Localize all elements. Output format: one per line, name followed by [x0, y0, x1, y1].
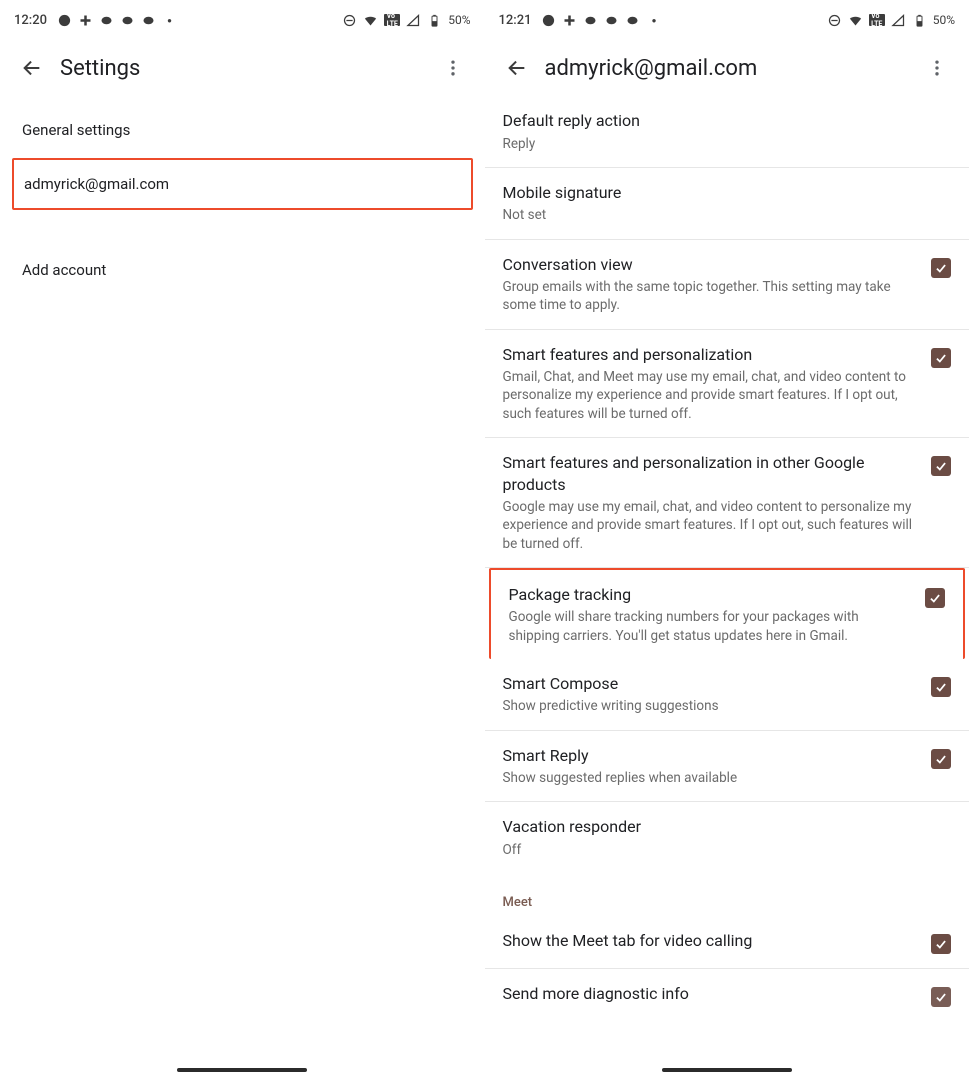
more-notifications-icon: ●	[646, 13, 661, 28]
nav-bar-pill[interactable]	[662, 1068, 792, 1072]
dnd-icon	[827, 13, 842, 28]
conversation-view-row[interactable]: Conversation view Group emails with the …	[485, 240, 969, 330]
account-prefs-list[interactable]: Default reply action Reply Mobile signat…	[485, 96, 969, 1080]
back-button[interactable]	[497, 48, 537, 88]
setting-sub: Group emails with the same topic togethe…	[503, 278, 920, 314]
battery-icon	[427, 13, 442, 28]
discord-icon-3	[625, 13, 640, 28]
arrow-back-icon	[506, 57, 528, 79]
setting-title: Show the Meet tab for video calling	[503, 930, 920, 952]
setting-title: Conversation view	[503, 254, 920, 276]
overflow-menu-button[interactable]	[917, 48, 957, 88]
appbar: admyrick@gmail.com	[485, 40, 969, 96]
slack-icon	[562, 13, 577, 28]
setting-sub: Not set	[503, 206, 940, 224]
package-tracking-checkbox[interactable]	[925, 588, 945, 608]
check-icon	[934, 680, 948, 694]
discord-icon	[99, 13, 114, 28]
messenger-icon	[541, 13, 556, 28]
page-title: Settings	[60, 56, 433, 81]
smart-features-other-checkbox[interactable]	[931, 456, 951, 476]
setting-title: Default reply action	[503, 110, 940, 132]
smart-features-row[interactable]: Smart features and personalization Gmail…	[485, 330, 969, 438]
status-time: 12:20	[14, 13, 47, 28]
appbar: Settings	[0, 40, 485, 96]
smart-reply-row[interactable]: Smart Reply Show suggested replies when …	[485, 731, 969, 803]
status-time: 12:21	[499, 13, 532, 28]
check-icon	[934, 752, 948, 766]
status-bar: 12:20 ● VoLTE 50%	[0, 0, 485, 40]
setting-sub: Google may use my email, chat, and video…	[503, 498, 920, 553]
mobile-signature-row[interactable]: Mobile signature Not set	[485, 168, 969, 240]
check-icon	[934, 351, 948, 365]
smart-compose-checkbox[interactable]	[931, 677, 951, 697]
check-icon	[928, 591, 942, 605]
overflow-menu-button[interactable]	[433, 48, 473, 88]
settings-screen: 12:20 ● VoLTE 50% Settings General setti…	[0, 0, 485, 1080]
signal-icon	[406, 13, 421, 28]
smart-features-checkbox[interactable]	[931, 348, 951, 368]
check-icon	[934, 990, 948, 1004]
messenger-icon	[57, 13, 72, 28]
discord-icon-2	[604, 13, 619, 28]
wifi-icon	[848, 13, 863, 28]
signal-icon	[891, 13, 906, 28]
account-item[interactable]: admyrick@gmail.com	[12, 158, 473, 210]
meet-section-header: Meet	[485, 873, 969, 916]
setting-title: Smart features and personalization in ot…	[503, 452, 920, 495]
vacation-responder-row[interactable]: Vacation responder Off	[485, 802, 969, 873]
discord-icon	[583, 13, 598, 28]
smart-features-other-row[interactable]: Smart features and personalization in ot…	[485, 438, 969, 568]
general-settings-item[interactable]: General settings	[0, 106, 485, 154]
check-icon	[934, 261, 948, 275]
setting-sub: Gmail, Chat, and Meet may use my email, …	[503, 368, 920, 423]
setting-title: Package tracking	[509, 584, 914, 606]
dnd-icon	[342, 13, 357, 28]
check-icon	[934, 937, 948, 951]
account-settings-screen: 12:21 ● VoLTE 50% admyrick@gmail.com	[485, 0, 969, 1080]
setting-sub: Reply	[503, 135, 940, 153]
setting-title: Send more diagnostic info	[503, 983, 920, 1005]
check-icon	[934, 459, 948, 473]
discord-icon-2	[120, 13, 135, 28]
nav-bar-pill[interactable]	[177, 1068, 307, 1072]
wifi-icon	[363, 13, 378, 28]
default-reply-row[interactable]: Default reply action Reply	[485, 96, 969, 168]
battery-icon	[912, 13, 927, 28]
status-bar: 12:21 ● VoLTE 50%	[485, 0, 969, 40]
meet-tab-row[interactable]: Show the Meet tab for video calling	[485, 916, 969, 969]
smart-reply-checkbox[interactable]	[931, 749, 951, 769]
volte-icon: VoLTE	[384, 14, 400, 26]
more-vert-icon	[443, 58, 463, 78]
battery-percent: 50%	[933, 13, 955, 27]
meet-tab-checkbox[interactable]	[931, 934, 951, 954]
smart-compose-row[interactable]: Smart Compose Show predictive writing su…	[485, 659, 969, 731]
settings-list: General settings admyrick@gmail.com Add …	[0, 96, 485, 294]
diagnostic-info-checkbox[interactable]	[931, 987, 951, 1007]
more-vert-icon	[927, 58, 947, 78]
setting-sub: Show predictive writing suggestions	[503, 697, 920, 715]
setting-title: Vacation responder	[503, 816, 940, 838]
setting-title: Smart features and personalization	[503, 344, 920, 366]
package-tracking-row[interactable]: Package tracking Google will share track…	[489, 568, 966, 659]
setting-title: Smart Reply	[503, 745, 920, 767]
setting-title: Mobile signature	[503, 182, 940, 204]
conversation-view-checkbox[interactable]	[931, 258, 951, 278]
page-title: admyrick@gmail.com	[545, 56, 918, 81]
discord-icon-3	[141, 13, 156, 28]
setting-title: Smart Compose	[503, 673, 920, 695]
add-account-item[interactable]: Add account	[0, 246, 485, 294]
back-button[interactable]	[12, 48, 52, 88]
diagnostic-info-row[interactable]: Send more diagnostic info	[485, 969, 969, 1021]
slack-icon	[78, 13, 93, 28]
setting-sub: Show suggested replies when available	[503, 769, 920, 787]
battery-percent: 50%	[448, 13, 470, 27]
volte-icon: VoLTE	[869, 14, 885, 26]
arrow-back-icon	[21, 57, 43, 79]
setting-sub: Off	[503, 841, 940, 859]
more-notifications-icon: ●	[162, 13, 177, 28]
setting-sub: Google will share tracking numbers for y…	[509, 608, 914, 644]
